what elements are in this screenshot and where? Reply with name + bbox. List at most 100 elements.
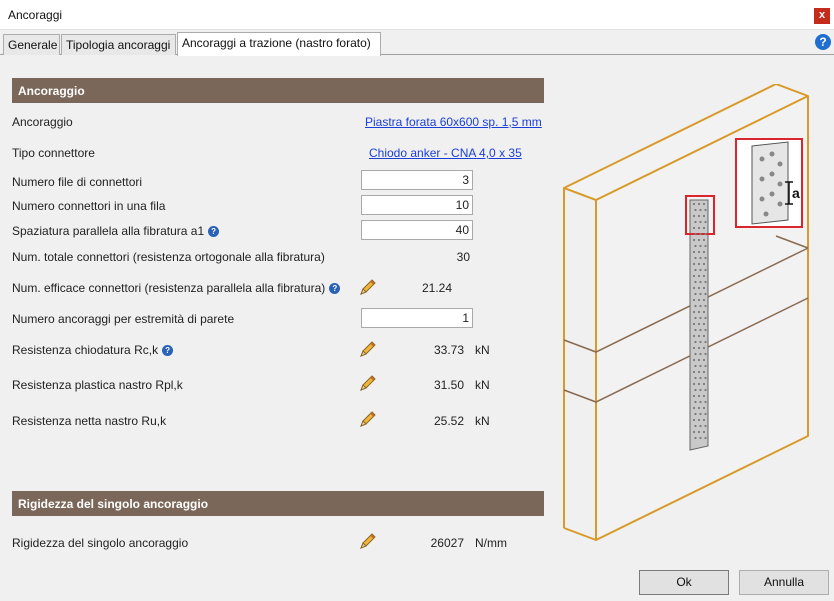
label-rigidezza: Rigidezza del singolo ancoraggio (12, 536, 189, 550)
info-icon[interactable]: ? (208, 226, 220, 237)
plate-hole (704, 364, 707, 368)
plate-hole (704, 208, 707, 212)
plate-hole (694, 364, 697, 368)
plate-hole (699, 412, 702, 416)
plate-hole (704, 388, 707, 392)
plate-hole (704, 436, 707, 440)
anchor-illustration: a (563, 84, 809, 541)
plate-hole (692, 214, 696, 218)
section-header-ancoraggio: Ancoraggio (12, 78, 544, 103)
plate-hole (697, 322, 701, 326)
plate-hole (697, 406, 701, 410)
pencil-icon[interactable] (358, 339, 378, 359)
plate-hole (697, 298, 701, 302)
link-tipo-connettore[interactable]: Chiodo anker - CNA 4,0 x 35 (369, 146, 522, 160)
plate-hole (692, 394, 696, 398)
plate-hole (694, 352, 697, 356)
label-resistenza-plastica: Resistenza plastica nastro Rpl,k (12, 378, 183, 392)
label-chiodatura-text: Resistenza chiodatura Rc,k (12, 343, 159, 357)
plate-hole (702, 394, 706, 398)
plate-hole (704, 340, 707, 344)
plate-hole (697, 310, 701, 314)
plate-hole (694, 436, 697, 440)
tab-ancoraggi-trazione[interactable]: Ancoraggi a trazione (nastro forato) (177, 32, 381, 56)
plate-hole (702, 346, 706, 350)
pencil-icon[interactable] (358, 531, 378, 551)
plate-hole (697, 430, 701, 434)
unit-resistenza-chiodatura: kN (475, 343, 490, 357)
tab-tipologia-ancoraggi[interactable]: Tipologia ancoraggi (61, 34, 176, 55)
label-efficace-connettori: Num. efficace connettori (resistenza par… (12, 281, 341, 295)
plate-hole (694, 328, 697, 332)
label-efficace-text: Num. efficace connettori (resistenza par… (12, 281, 326, 295)
plate-hole (692, 286, 696, 290)
plate-hole (697, 274, 701, 278)
pencil-icon[interactable] (358, 373, 378, 393)
plate-hole (699, 340, 702, 344)
plate-hole (694, 280, 697, 284)
plate-hole (702, 202, 706, 206)
plate-hole (702, 322, 706, 326)
plate-hole (697, 226, 701, 230)
plate-hole (692, 418, 696, 422)
info-icon[interactable]: ? (162, 345, 174, 356)
plate-hole (697, 346, 701, 350)
value-rigidezza: 26027 (430, 536, 464, 550)
close-icon[interactable]: x (814, 8, 830, 24)
plate-hole (699, 280, 702, 284)
plate-hole (694, 268, 697, 272)
label-ancoraggi-estremita: Numero ancoraggi per estremità di parete (12, 312, 235, 326)
plate-hole (697, 250, 701, 254)
plate-hole (699, 352, 702, 356)
label-spaziatura: Spaziatura parallela alla fibratura a1? (12, 224, 220, 238)
plate-hole (699, 424, 702, 428)
plate-hole (692, 238, 696, 242)
input-numero-file[interactable]: 3 (361, 170, 473, 190)
link-ancoraggio[interactable]: Piastra forata 60x600 sp. 1,5 mm (365, 115, 542, 129)
window-title: Ancoraggi (8, 8, 63, 22)
input-ancoraggi-estremita[interactable]: 1 (361, 308, 473, 328)
label-connettori-fila: Numero connettori in una fila (12, 199, 166, 213)
value-efficace-connettori: 21.24 (421, 281, 452, 295)
tab-generale[interactable]: Generale (3, 34, 60, 55)
info-icon[interactable]: ? (329, 283, 341, 294)
label-numero-file: Numero file di connettori (12, 175, 143, 189)
help-icon[interactable]: ? (815, 34, 831, 50)
cancel-button[interactable]: Annulla (739, 570, 829, 595)
plate-hole (702, 214, 706, 218)
detail-label: a (792, 185, 800, 201)
plate-hole (704, 232, 707, 236)
plate-hole (694, 412, 697, 416)
plate-hole (699, 244, 702, 248)
input-spaziatura[interactable]: 40 (361, 220, 473, 240)
plate-hole (699, 376, 702, 380)
section-header-rigidezza: Rigidezza del singolo ancoraggio (12, 491, 544, 516)
plate-hole (694, 208, 697, 212)
plate-hole (699, 328, 702, 332)
plate-hole (692, 262, 696, 266)
plate-hole (694, 376, 697, 380)
plate-hole (697, 382, 701, 386)
plate-hole (697, 262, 701, 266)
plate-hole (704, 400, 707, 404)
plate-hole (704, 244, 707, 248)
input-connettori-fila[interactable]: 10 (361, 195, 473, 215)
plate-hole (692, 298, 696, 302)
plate-hole (694, 388, 697, 392)
ok-button[interactable]: Ok (639, 570, 729, 595)
plate-hole (702, 262, 706, 266)
plate-hole (694, 244, 697, 248)
tab-bar: Generale Tipologia ancoraggi Ancoraggi a… (0, 31, 834, 56)
plate-hole (692, 322, 696, 326)
plate-hole (699, 292, 702, 296)
plate-hole (697, 370, 701, 374)
pencil-icon[interactable] (358, 409, 378, 429)
plate-hole (702, 286, 706, 290)
plate-hole (702, 406, 706, 410)
plate-hole (692, 250, 696, 254)
plate-hole (694, 400, 697, 404)
plate-hole (697, 418, 701, 422)
plate-hole (702, 250, 706, 254)
label-spaziatura-text: Spaziatura parallela alla fibratura a1 (12, 224, 205, 238)
unit-resistenza-netta: kN (475, 414, 490, 428)
